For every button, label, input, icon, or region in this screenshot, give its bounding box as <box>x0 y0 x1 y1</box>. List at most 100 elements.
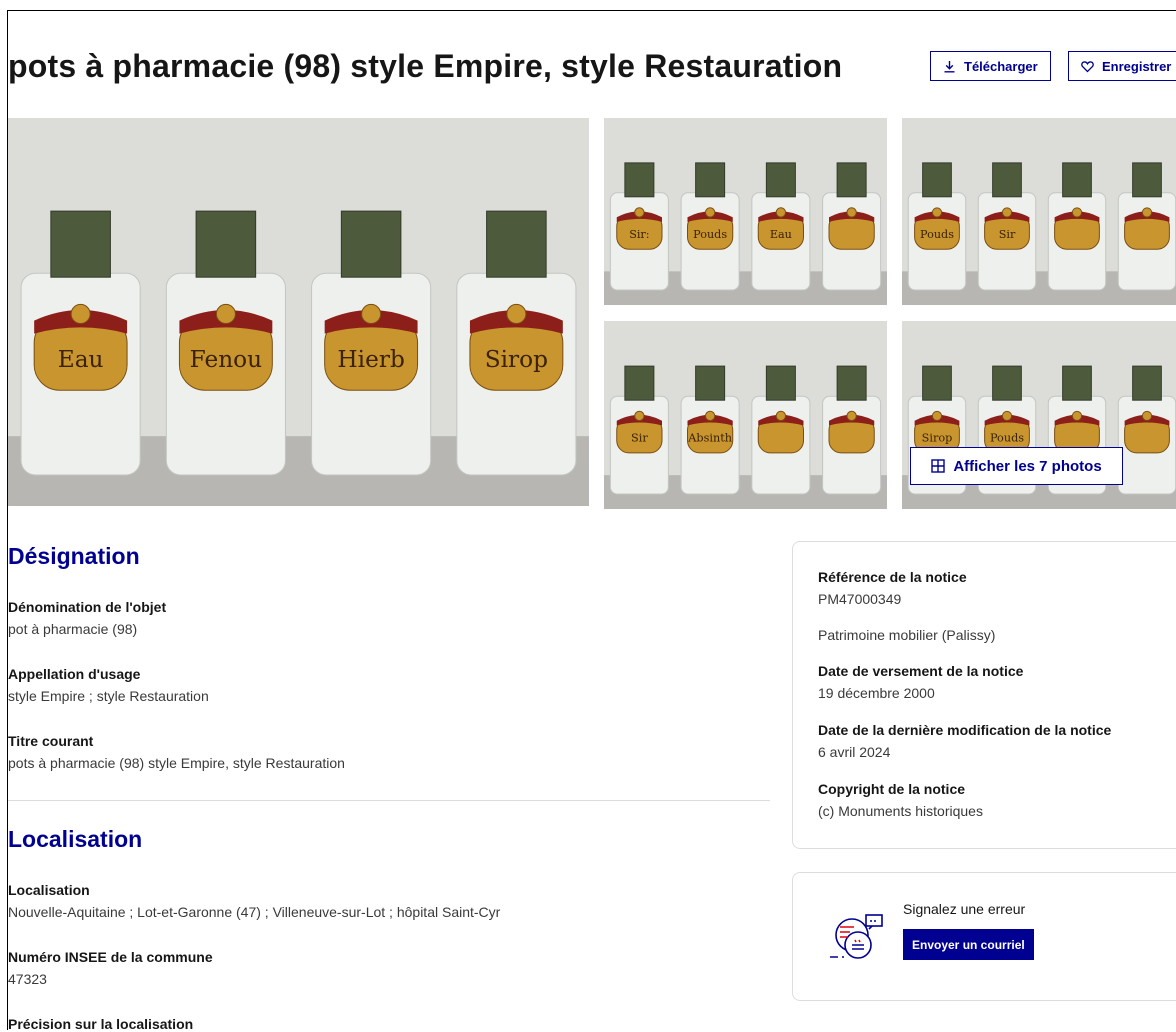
field-value-insee: 47323 <box>8 971 47 987</box>
jar-cap <box>1132 365 1162 401</box>
show-all-photos-label: Afficher les 7 photos <box>953 457 1102 475</box>
jar-label-medallion <box>361 303 382 324</box>
jar-label-medallion <box>1141 410 1153 422</box>
page-title: pots à pharmacie (98) style Empire, styl… <box>8 48 843 84</box>
jar-label-medallion <box>70 303 91 324</box>
reference-label: Référence de la notice <box>818 569 967 585</box>
photo-main[interactable]: Eau Fenou Hierb Sirop <box>8 118 589 506</box>
jar-label-medallion <box>704 207 716 218</box>
reference-value: PM47000349 <box>818 591 902 607</box>
download-icon <box>944 60 955 72</box>
grid-icon <box>931 459 946 473</box>
field-label-localisation: Localisation <box>8 882 90 898</box>
jar-label-medallion <box>1001 207 1013 218</box>
field-label-insee: Numéro INSEE de la commune <box>8 949 213 965</box>
jar-cap <box>992 365 1022 401</box>
field-label-appellation: Appellation d'usage <box>8 666 141 682</box>
jar-cap <box>922 365 952 401</box>
jar-label-text: Absinth <box>687 432 732 445</box>
date-modification-value: 6 avril 2024 <box>818 744 891 760</box>
date-modification-label: Date de la dernière modification de la n… <box>818 722 1112 738</box>
jar-label-medallion <box>704 410 716 422</box>
photo-thumbnail-4[interactable]: Sir Absinth <box>604 321 887 509</box>
jar-cap <box>695 365 726 401</box>
jar-cap <box>992 162 1022 198</box>
section-heading-localisation: Localisation <box>8 826 143 852</box>
jar-label-text: Sir: <box>629 228 649 241</box>
notice-metadata-card: Référence de la notice PM47000349 Patrim… <box>792 541 1176 849</box>
jar-cap <box>695 162 726 198</box>
download-button[interactable]: Télécharger <box>930 51 1051 81</box>
jar-label-text: Sirop <box>485 346 548 373</box>
jar-cap <box>836 365 867 401</box>
jar-photo-drawing: Sir: Pouds Eau <box>604 118 887 305</box>
jar-label-text: Sir <box>631 432 648 445</box>
show-all-photos-button[interactable]: Afficher les 7 photos <box>910 447 1123 485</box>
jar-photo-drawing: Pouds Sir <box>902 118 1176 305</box>
report-error-card: Signalez une erreur Envoyer un courriel <box>792 872 1176 1001</box>
copyright-value: (c) Monuments historiques <box>818 803 983 819</box>
jar-label-text: Eau <box>770 228 792 241</box>
window-frame-left <box>0 10 8 1030</box>
photo-thumbnail-2[interactable]: Sir: Pouds Eau <box>604 118 887 305</box>
jar-label-medallion <box>1001 410 1013 422</box>
jar-photo-drawing: Eau Fenou Hierb Sirop <box>8 118 589 506</box>
heart-icon <box>1081 60 1094 72</box>
jar-label-text: Sirop <box>922 432 953 445</box>
jar-label-text: Fenou <box>190 346 263 373</box>
photo-thumbnail-3[interactable]: Pouds Sir <box>902 118 1176 305</box>
jar-label-text: Sir <box>999 228 1016 241</box>
database-name: Patrimoine mobilier (Palissy) <box>818 627 996 643</box>
date-versement-label: Date de versement de la notice <box>818 663 1024 679</box>
section-heading-designation: Désignation <box>8 543 140 569</box>
jar-cap <box>1062 365 1092 401</box>
jar-photo-drawing: Sir Absinth <box>604 321 887 509</box>
send-email-button[interactable]: Envoyer un courriel <box>903 929 1034 960</box>
save-button[interactable]: Enregistrer <box>1068 51 1176 81</box>
download-label: Télécharger <box>964 58 1038 74</box>
jar-label-medallion <box>846 410 857 422</box>
jar-label-medallion <box>634 207 645 218</box>
chat-bubbles-icon <box>830 914 883 959</box>
date-versement-value: 19 décembre 2000 <box>818 685 935 701</box>
jar-cap <box>624 365 655 401</box>
jar-cap <box>486 210 547 278</box>
jar-label-text: Eau <box>58 346 104 373</box>
jar-label-medallion <box>634 410 645 422</box>
section-divider <box>8 800 770 801</box>
jar-cap <box>836 162 867 198</box>
report-error-title: Signalez une erreur <box>903 901 1026 917</box>
jar-cap <box>1062 162 1092 198</box>
field-label-titre: Titre courant <box>8 733 94 749</box>
jar-cap <box>922 162 952 198</box>
window-frame-top <box>0 0 1176 11</box>
jar-label-medallion <box>931 410 943 422</box>
jar-cap <box>765 162 796 198</box>
field-value-titre: pots à pharmacie (98) style Empire, styl… <box>8 755 345 771</box>
field-value-appellation: style Empire ; style Restauration <box>8 688 209 704</box>
jar-label-medallion <box>775 207 787 218</box>
jar-label-text: Hierb <box>337 346 404 373</box>
field-value-denomination: pot à pharmacie (98) <box>8 621 138 637</box>
jar-label-medallion <box>1071 410 1083 422</box>
jar-cap <box>765 365 796 401</box>
copyright-label: Copyright de la notice <box>818 781 966 797</box>
jar-cap <box>195 210 257 278</box>
jar-label-medallion <box>846 207 857 218</box>
jar-label-text: Pouds <box>920 228 954 241</box>
jar-label-medallion <box>931 207 943 218</box>
jar-label-medallion <box>506 303 527 324</box>
jar-label-medallion <box>1141 207 1153 218</box>
jar-label-text: Pouds <box>693 228 727 241</box>
field-label-denomination: Dénomination de l'objet <box>8 599 167 615</box>
jar-cap <box>1132 162 1162 198</box>
jar-cap <box>624 162 655 198</box>
jar-cap <box>50 210 111 278</box>
jar-label-medallion <box>215 303 236 324</box>
jar-label-text: Pouds <box>990 432 1024 445</box>
jar-cap <box>340 210 402 278</box>
field-value-localisation: Nouvelle-Aquitaine ; Lot-et-Garonne (47)… <box>8 904 501 920</box>
jar-label-medallion <box>775 410 787 422</box>
jar-label-medallion <box>1071 207 1083 218</box>
save-label: Enregistrer <box>1102 58 1172 74</box>
